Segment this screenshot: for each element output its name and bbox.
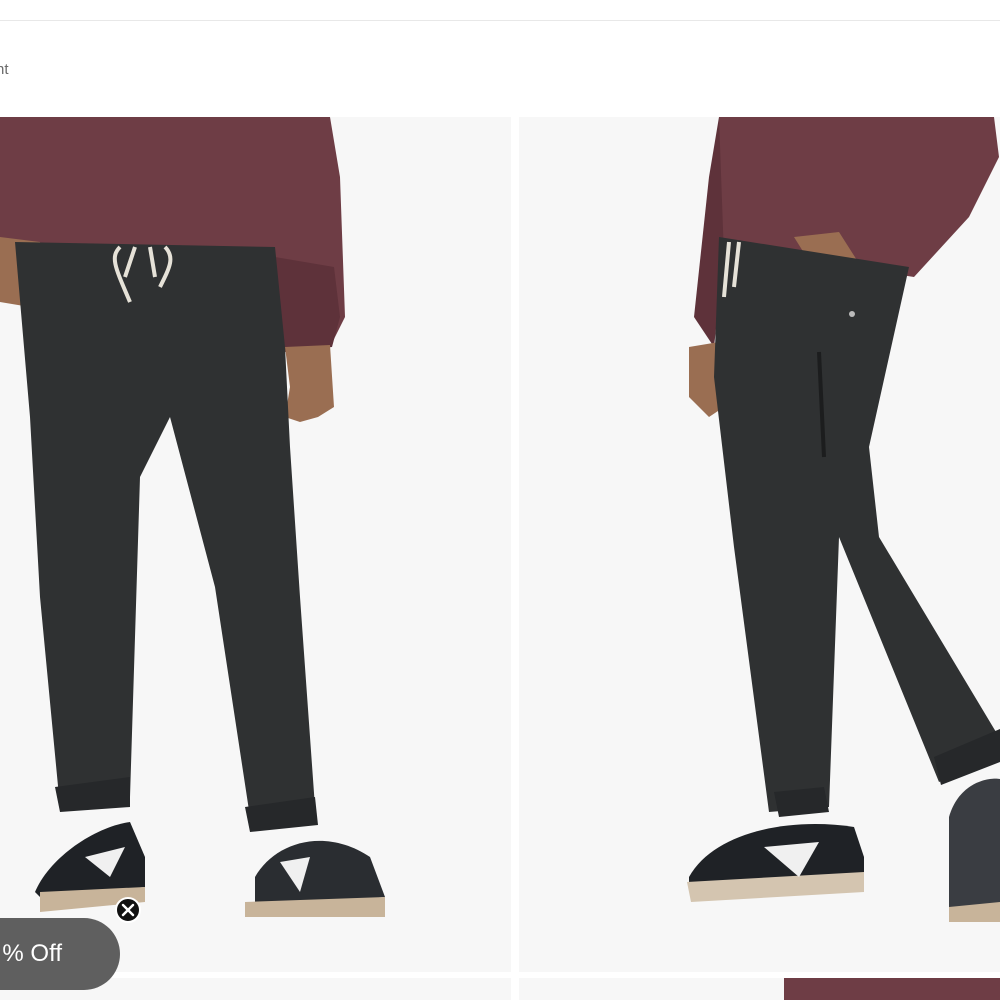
discount-promo-button[interactable]: % Off bbox=[0, 918, 120, 990]
breadcrumb-label[interactable]: nt bbox=[0, 61, 9, 78]
product-image-side[interactable] bbox=[519, 117, 1000, 972]
close-icon bbox=[121, 903, 135, 917]
breadcrumb[interactable]: nt bbox=[0, 58, 9, 82]
promo-label: % Off bbox=[2, 940, 62, 967]
product-photo-front bbox=[0, 117, 511, 972]
product-photo-next bbox=[519, 978, 1000, 1000]
product-photo-side bbox=[519, 117, 1000, 972]
top-bar bbox=[0, 0, 1000, 21]
promo-close-button[interactable] bbox=[115, 897, 141, 923]
product-image-4[interactable] bbox=[519, 978, 1000, 1000]
product-gallery bbox=[0, 117, 1000, 1000]
product-image-front[interactable] bbox=[0, 117, 511, 972]
